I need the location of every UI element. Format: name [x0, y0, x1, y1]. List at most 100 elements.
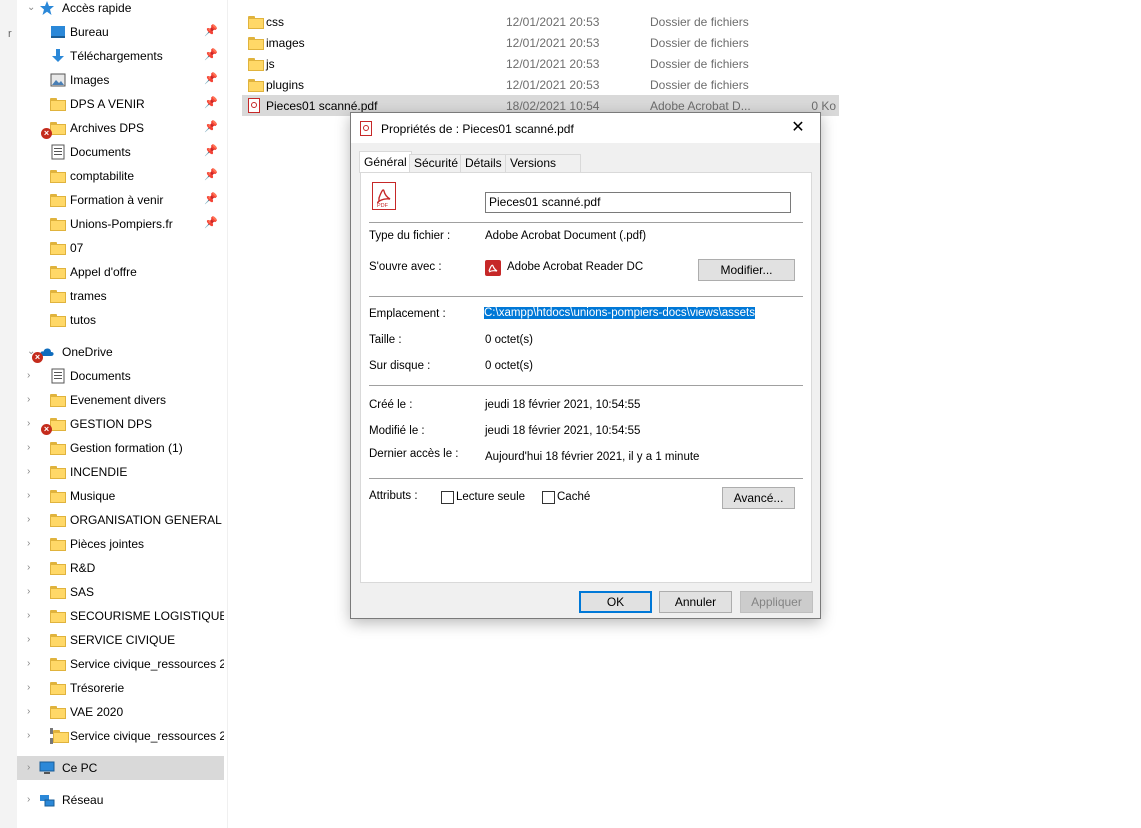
left-edge-text: r: [8, 28, 12, 40]
chevron-right-icon[interactable]: ›: [27, 514, 30, 525]
sidebar-item[interactable]: tutos: [17, 308, 224, 332]
window-left-edge: r: [0, 0, 18, 828]
file-type: Dossier de fichiers: [650, 78, 749, 92]
chevron-down-icon[interactable]: ⌄: [27, 2, 35, 13]
chevron-right-icon[interactable]: ›: [27, 442, 30, 453]
pin-icon: 📌: [204, 193, 218, 205]
tab-details[interactable]: Détails: [460, 154, 507, 172]
readonly-checkbox[interactable]: [441, 491, 454, 504]
sidebar-item[interactable]: Images 📌: [17, 68, 224, 92]
divider: [369, 296, 803, 297]
advanced-button[interactable]: Avancé...: [722, 487, 795, 509]
sidebar-item[interactable]: DPS A VENIR 📌: [17, 92, 224, 116]
file-name: plugins: [266, 78, 305, 92]
sidebar-item[interactable]: trames: [17, 284, 224, 308]
location-value[interactable]: C:\xampp\htdocs\unions-pompiers-docs\vie…: [484, 307, 756, 319]
folder-icon: [50, 704, 66, 720]
file-size: 0 Ko: [811, 99, 836, 113]
sidebar-item-label: Documents: [70, 145, 131, 159]
sidebar-item[interactable]: › × GESTION DPS: [17, 412, 224, 436]
chevron-right-icon[interactable]: ›: [27, 586, 30, 597]
sidebar-item-label: Pièces jointes: [70, 537, 145, 551]
file-date: 12/01/2021 20:53: [506, 78, 600, 92]
sidebar-item[interactable]: Formation à venir 📌: [17, 188, 224, 212]
dialog-titlebar[interactable]: Propriétés de : Pieces01 scanné.pdf ✕: [351, 113, 820, 143]
filename-input[interactable]: Pieces01 scanné.pdf: [485, 192, 791, 213]
sidebar-item[interactable]: › INCENDIE: [17, 460, 224, 484]
sidebar-item[interactable]: › Trésorerie: [17, 676, 224, 700]
sidebar-item[interactable]: × Archives DPS 📌: [17, 116, 224, 140]
folder-icon: [50, 560, 66, 576]
chevron-right-icon[interactable]: ›: [27, 538, 30, 549]
sidebar-item[interactable]: Téléchargements 📌: [17, 44, 224, 68]
file-row[interactable]: plugins 12/01/2021 20:53 Dossier de fichie…: [242, 74, 839, 95]
nav-network[interactable]: › Réseau: [17, 788, 224, 812]
sidebar-item[interactable]: › Service civique_ressources 20: [17, 652, 224, 676]
chevron-right-icon[interactable]: ›: [27, 794, 30, 805]
sidebar-item[interactable]: › Documents: [17, 364, 224, 388]
tab-security[interactable]: Sécurité: [409, 154, 464, 172]
sidebar-item[interactable]: › Service civique_ressources 20: [17, 724, 224, 748]
nav-this-pc[interactable]: › Ce PC: [17, 756, 224, 780]
tab-general[interactable]: Général: [359, 151, 412, 173]
download-icon: [50, 48, 66, 64]
sidebar-item[interactable]: Documents 📌: [17, 140, 224, 164]
hidden-label: Caché: [557, 491, 591, 503]
sidebar-item-label: tutos: [70, 313, 97, 327]
size-label: Taille :: [369, 334, 402, 346]
cancel-button[interactable]: Annuler: [659, 591, 732, 613]
sidebar-item[interactable]: › Gestion formation (1): [17, 436, 224, 460]
sidebar-item[interactable]: 07: [17, 236, 224, 260]
file-row[interactable]: css 12/01/2021 20:53 Dossier de fichiers: [242, 11, 839, 32]
modified-label: Modifié le :: [369, 425, 425, 437]
folder-icon: [248, 35, 264, 51]
close-button[interactable]: ✕: [776, 113, 820, 143]
chevron-right-icon[interactable]: ›: [27, 418, 30, 429]
sidebar-item[interactable]: › R&D: [17, 556, 224, 580]
chevron-right-icon[interactable]: ›: [27, 762, 30, 773]
sidebar-item[interactable]: › SAS: [17, 580, 224, 604]
file-row[interactable]: images 12/01/2021 20:53 Dossier de fichier…: [242, 32, 839, 53]
accessed-label: Dernier accès le :: [369, 448, 459, 460]
hidden-checkbox[interactable]: [542, 491, 555, 504]
chevron-right-icon[interactable]: ›: [27, 562, 30, 573]
tab-previous-versions[interactable]: Versions précédentes: [505, 154, 582, 187]
sidebar-item[interactable]: › SERVICE CIVIQUE: [17, 628, 224, 652]
chevron-right-icon[interactable]: ›: [27, 634, 30, 645]
sidebar-item[interactable]: Bureau 📌: [17, 20, 224, 44]
chevron-right-icon[interactable]: ›: [27, 706, 30, 717]
sidebar-item-label: Téléchargements: [70, 49, 163, 63]
sidebar-item[interactable]: › SECOURISME LOGISTIQUE: [17, 604, 224, 628]
star-icon: [40, 1, 54, 15]
file-row[interactable]: js 12/01/2021 20:53 Dossier de fichiers: [242, 53, 839, 74]
sidebar-item[interactable]: Appel d'offre: [17, 260, 224, 284]
chevron-right-icon[interactable]: ›: [27, 466, 30, 477]
chevron-right-icon[interactable]: ›: [27, 394, 30, 405]
location-label: Emplacement :: [369, 308, 446, 320]
sidebar-item[interactable]: › Musique: [17, 484, 224, 508]
modified-value: jeudi 18 février 2021, 10:54:55: [485, 425, 641, 437]
sidebar-item[interactable]: › ORGANISATION GENERAL: [17, 508, 224, 532]
chevron-right-icon[interactable]: ›: [27, 682, 30, 693]
apply-button[interactable]: Appliquer: [740, 591, 813, 613]
chevron-right-icon[interactable]: ›: [27, 730, 30, 741]
sidebar-item[interactable]: › VAE 2020: [17, 700, 224, 724]
ok-button[interactable]: OK: [579, 591, 652, 613]
chevron-right-icon[interactable]: ›: [27, 610, 30, 621]
created-label: Créé le :: [369, 399, 413, 411]
sidebar-item[interactable]: › Pièces jointes: [17, 532, 224, 556]
folder-icon: [50, 608, 66, 624]
modify-button[interactable]: Modifier...: [698, 259, 795, 281]
sidebar-item[interactable]: comptabilite 📌: [17, 164, 224, 188]
chevron-right-icon[interactable]: ›: [27, 490, 30, 501]
chevron-right-icon[interactable]: ›: [27, 370, 30, 381]
sidebar-item[interactable]: Unions-Pompiers.fr 📌: [17, 212, 224, 236]
sidebar-item[interactable]: › Evenement divers: [17, 388, 224, 412]
chevron-right-icon[interactable]: ›: [27, 658, 30, 669]
documents-icon: [50, 144, 66, 160]
sidebar-item-label: R&D: [70, 561, 96, 575]
pin-icon: 📌: [204, 25, 218, 37]
nav-onedrive[interactable]: ⌄ × OneDrive: [17, 340, 224, 364]
folder-icon: [50, 536, 66, 552]
nav-quick-access[interactable]: ⌄ Accès rapide: [17, 0, 224, 20]
